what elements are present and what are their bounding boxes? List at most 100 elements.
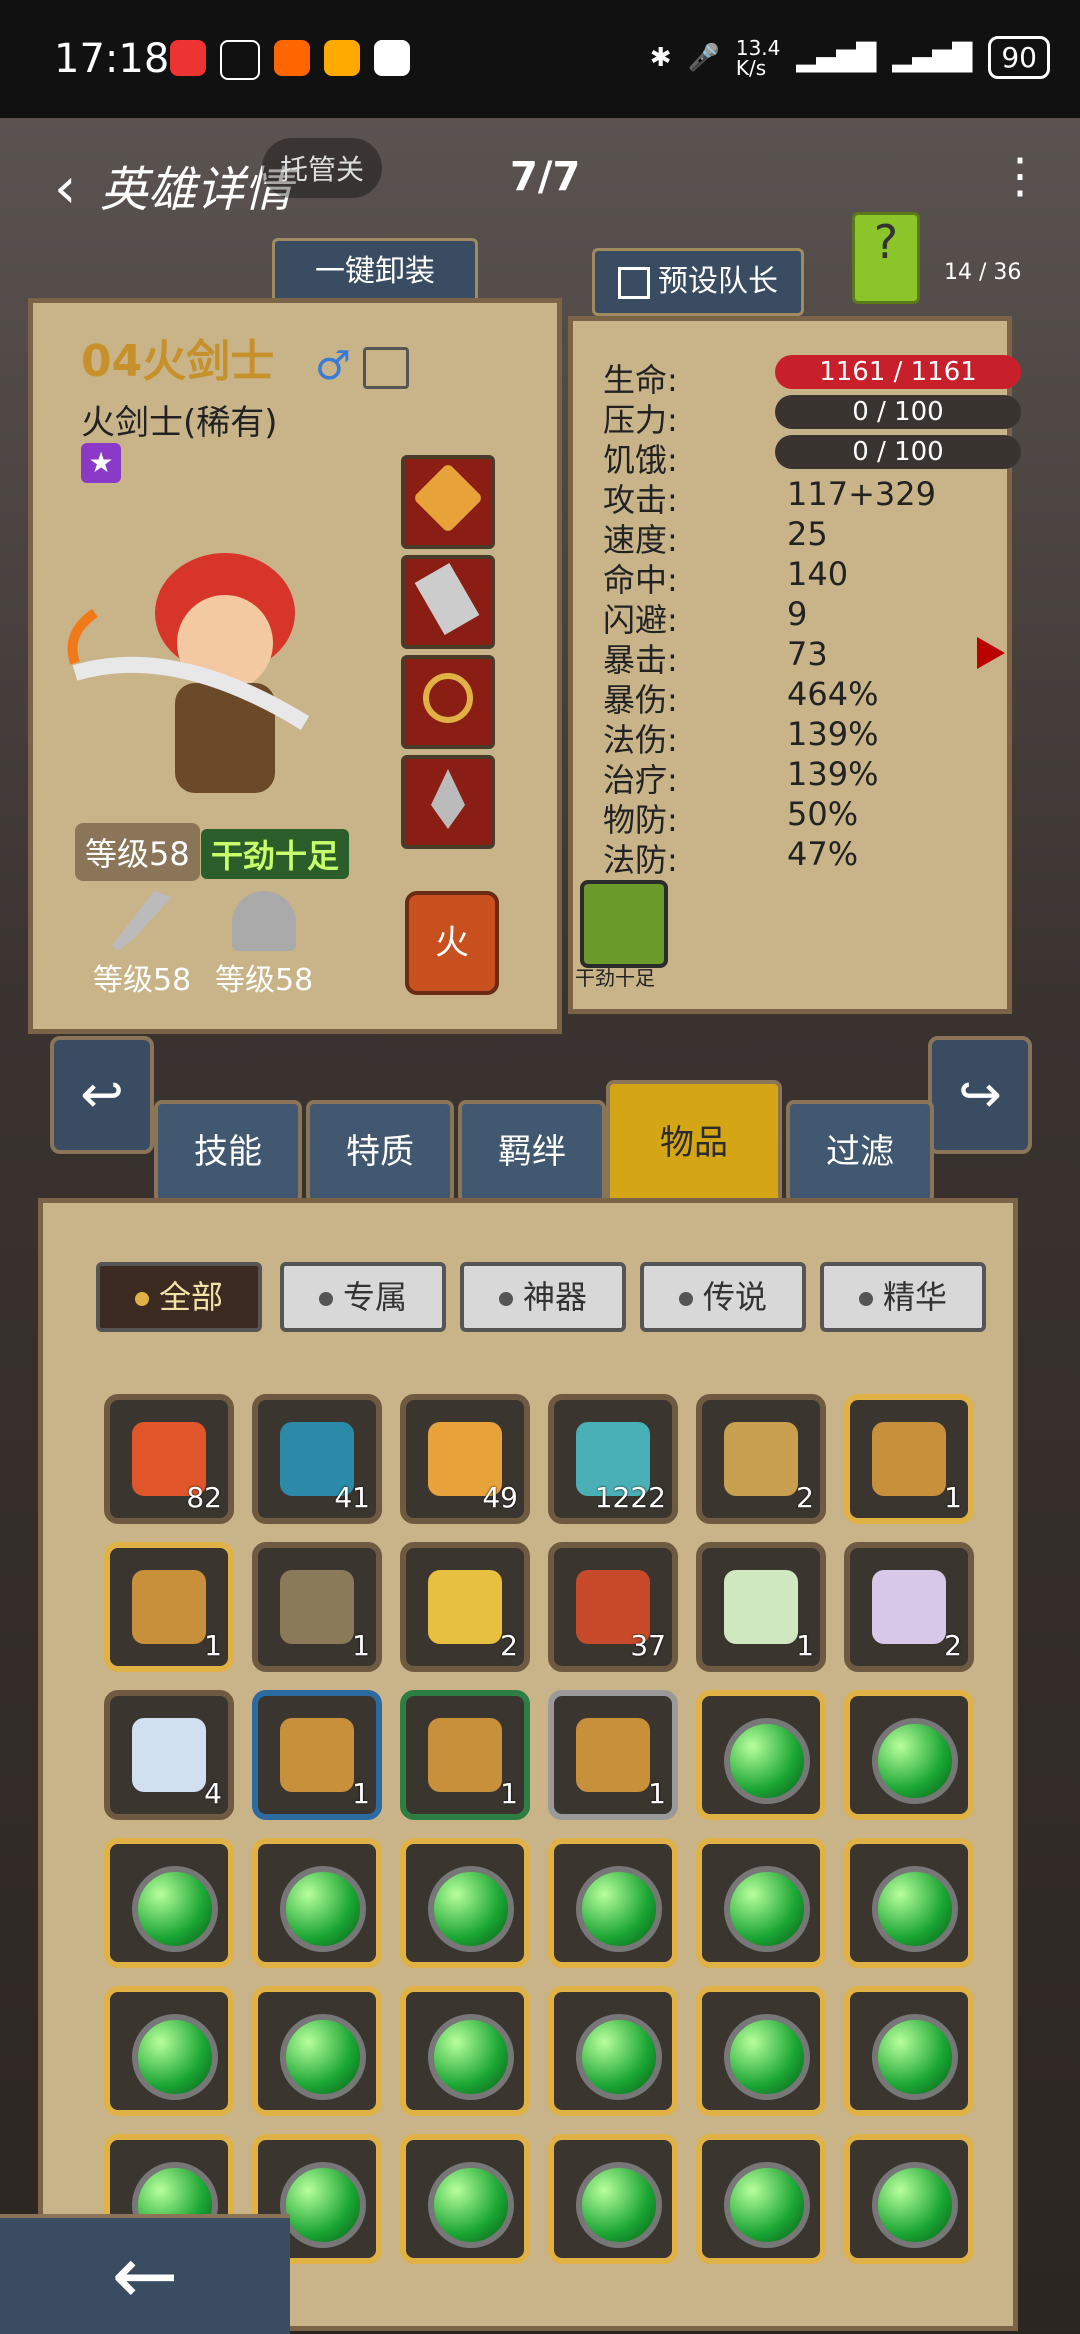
green-feather-icon xyxy=(724,1570,798,1644)
gear-armor-level: 等级58 xyxy=(215,963,314,998)
inventory-item[interactable]: 1 xyxy=(252,1690,382,1820)
stat-value: 73 xyxy=(787,635,828,673)
tab-1[interactable]: 特质 xyxy=(306,1100,454,1204)
more-menu-icon[interactable]: ⋮ xyxy=(996,148,1044,204)
inventory-item[interactable]: 1 xyxy=(548,1690,678,1820)
trustee-toggle[interactable]: 托管关 xyxy=(262,138,383,198)
app-icon xyxy=(170,40,206,76)
item-quantity: 1 xyxy=(944,1481,962,1514)
equip-slot-weapon[interactable] xyxy=(401,455,495,549)
spear-icon xyxy=(431,769,465,829)
equip-slot-4[interactable] xyxy=(401,755,495,849)
inventory-item[interactable] xyxy=(844,2134,974,2264)
item-quantity: 2 xyxy=(500,1629,518,1662)
preset-leader-button[interactable]: 预设队长 xyxy=(592,248,804,316)
stats-next-arrow-icon[interactable] xyxy=(977,637,1005,669)
inventory-item[interactable] xyxy=(104,1838,234,1968)
inventory-item[interactable] xyxy=(696,1986,826,2116)
buff-icon-label: 干劲十足 xyxy=(575,966,655,990)
green-orb-icon xyxy=(872,2014,958,2100)
filter-2[interactable]: 神器 xyxy=(460,1262,626,1332)
filter-dot-icon xyxy=(318,1292,333,1306)
green-orb-icon xyxy=(724,1718,810,1804)
inventory-item[interactable]: 2 xyxy=(844,1542,974,1672)
back-button[interactable]: ‹ xyxy=(54,156,76,221)
inventory-item[interactable] xyxy=(400,1838,530,1968)
filter-label: 专属 xyxy=(342,1278,407,1316)
inventory-item[interactable] xyxy=(696,1838,826,1968)
tab-4[interactable]: 过滤 xyxy=(786,1100,934,1204)
inventory-item[interactable] xyxy=(548,2134,678,2264)
inventory-item[interactable] xyxy=(844,1690,974,1820)
filter-4[interactable]: 精华 xyxy=(820,1262,986,1332)
inventory-item[interactable] xyxy=(400,1986,530,2116)
inventory-item[interactable] xyxy=(844,1838,974,1968)
filter-1[interactable]: 专属 xyxy=(280,1262,446,1332)
inventory-item[interactable] xyxy=(696,1690,826,1820)
inventory-item[interactable]: 2 xyxy=(696,1394,826,1524)
stat-bar: 0 / 100 xyxy=(775,435,1021,469)
inventory-item[interactable] xyxy=(696,2134,826,2264)
stat-bar: 0 / 100 xyxy=(775,395,1021,429)
item-quantity: 41 xyxy=(334,1481,370,1514)
item-quantity: 37 xyxy=(630,1629,666,1662)
next-hero-button[interactable]: ↪ xyxy=(928,1036,1032,1154)
inventory-item[interactable] xyxy=(548,1986,678,2116)
inventory-item[interactable]: 4 xyxy=(104,1690,234,1820)
rename-icon[interactable] xyxy=(363,347,409,389)
gear-armor[interactable]: 等级58 xyxy=(215,891,313,999)
inventory-item[interactable] xyxy=(104,1986,234,2116)
inventory-item[interactable]: 2 xyxy=(400,1542,530,1672)
inventory-item[interactable]: 1 xyxy=(400,1690,530,1820)
inventory-item[interactable]: 1 xyxy=(696,1542,826,1672)
inventory-item[interactable]: 1 xyxy=(844,1394,974,1524)
inventory-item[interactable]: 1222 xyxy=(548,1394,678,1524)
stat-row: 饥饿: 0 / 100 xyxy=(603,435,1021,479)
bottom-back-button[interactable]: ← xyxy=(0,2214,290,2334)
filter-3[interactable]: 传说 xyxy=(640,1262,806,1332)
inventory-item[interactable]: 41 xyxy=(252,1394,382,1524)
help-button[interactable]: ? xyxy=(852,212,920,304)
stat-row: 暴伤: 464% xyxy=(603,675,999,719)
unequip-all-button[interactable]: 一键卸装 xyxy=(272,238,478,306)
tab-3[interactable]: 物品 xyxy=(606,1080,782,1206)
previous-hero-button[interactable]: ↩ xyxy=(50,1036,154,1154)
inventory-item[interactable]: 82 xyxy=(104,1394,234,1524)
ticket-icon xyxy=(428,1570,502,1644)
stat-value: 25 xyxy=(787,515,828,553)
app-icon xyxy=(324,40,360,76)
hero-name: 04火剑士 xyxy=(81,336,275,387)
inventory-item[interactable]: 37 xyxy=(548,1542,678,1672)
net-speed: 13.4 K/s xyxy=(735,35,781,80)
inventory-item[interactable] xyxy=(844,1986,974,2116)
inventory-item[interactable]: 1 xyxy=(104,1542,234,1672)
stat-row: 法防: 47% xyxy=(603,835,999,879)
filter-0[interactable]: 全部 xyxy=(96,1262,262,1332)
inventory-item[interactable]: 1 xyxy=(252,1542,382,1672)
filter-label: 全部 xyxy=(158,1278,223,1316)
inventory-item[interactable] xyxy=(548,1838,678,1968)
inventory-item[interactable]: 49 xyxy=(400,1394,530,1524)
buff-icon[interactable] xyxy=(580,880,668,968)
item-quantity: 1 xyxy=(500,1777,518,1810)
inventory-item[interactable] xyxy=(252,1986,382,2116)
inventory-item[interactable] xyxy=(400,2134,530,2264)
filter-label: 神器 xyxy=(522,1278,587,1316)
wps-icon xyxy=(374,40,410,76)
tab-2[interactable]: 羁绊 xyxy=(458,1100,606,1204)
equip-slot-2[interactable] xyxy=(401,555,495,649)
stat-row: 治疗: 139% xyxy=(603,755,999,799)
stat-row: 命中: 140 xyxy=(603,555,999,599)
equip-slot-3[interactable] xyxy=(401,655,495,749)
blue-feather-icon xyxy=(132,1718,206,1792)
signal-icon-2: ▂▄▆█ xyxy=(892,42,973,73)
notification-icons xyxy=(170,40,410,80)
gold-medal-icon xyxy=(724,1422,798,1496)
gold-chest-icon xyxy=(132,1570,206,1644)
helmet-icon xyxy=(232,891,297,951)
gear-weapon[interactable]: 等级58 xyxy=(93,891,191,999)
tab-0[interactable]: 技能 xyxy=(154,1100,302,1204)
stat-value: 139% xyxy=(787,755,879,793)
inventory-item[interactable] xyxy=(252,1838,382,1968)
hero-card: 04火剑士 ♂ 火剑士(稀有) ★ 等级58 干劲十足 等级58 等级58 火 xyxy=(28,298,562,1034)
